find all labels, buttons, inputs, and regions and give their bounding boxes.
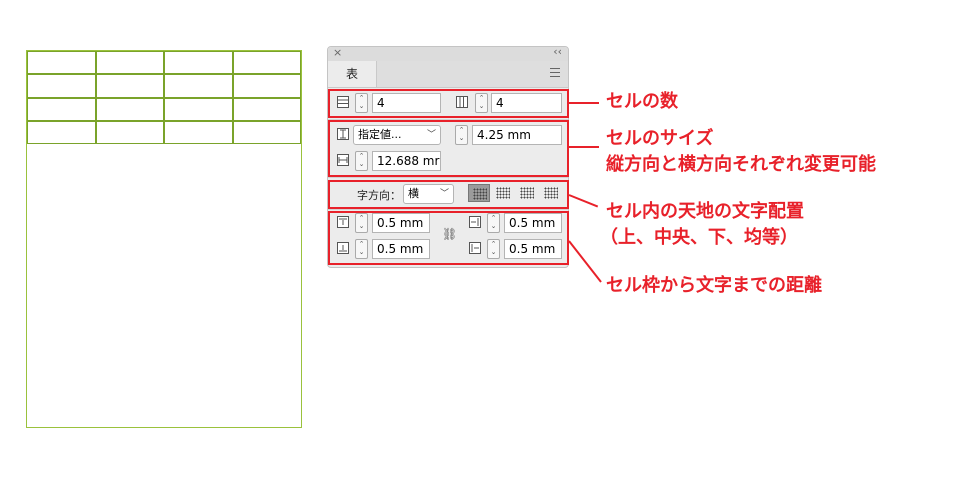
table-cell[interactable] — [27, 74, 96, 98]
highlight-alignment — [328, 180, 569, 209]
table-cell[interactable] — [232, 51, 301, 75]
highlight-cell-size — [328, 120, 569, 177]
divider — [328, 177, 568, 178]
table-cell[interactable] — [27, 51, 96, 75]
table-cell[interactable] — [95, 97, 164, 121]
table-cell[interactable] — [95, 120, 164, 144]
callout-alignment-title: セル内の天地の文字配置 — [606, 201, 804, 222]
highlight-inset — [328, 211, 569, 265]
table-cell[interactable] — [232, 97, 301, 121]
callout-line — [569, 146, 599, 148]
callout-cell-size-title: セルのサイズ — [606, 128, 714, 149]
callout-cell-size-note: 縦方向と横方向それぞれ変更可能 — [606, 154, 876, 175]
table-cell[interactable] — [164, 120, 233, 144]
tab-table[interactable]: 表 — [328, 61, 377, 87]
table-cell[interactable] — [95, 74, 164, 98]
highlight-cell-count — [328, 89, 569, 118]
panel-menu-icon[interactable] — [550, 68, 560, 78]
table-cell[interactable] — [27, 97, 96, 121]
collapse-icon[interactable]: ‹‹ — [553, 45, 562, 58]
callout-alignment-note: （上、中央、下、均等） — [600, 227, 798, 248]
panel-titlebar[interactable]: × ‹‹ — [328, 45, 568, 62]
callout-line — [568, 194, 599, 208]
callout-line — [569, 102, 599, 104]
divider — [328, 209, 568, 210]
table-cell[interactable] — [232, 120, 301, 144]
table-cell[interactable] — [95, 51, 164, 75]
table-cell[interactable] — [164, 97, 233, 121]
panel-tabbar: 表 — [328, 61, 568, 88]
table-cell[interactable] — [164, 74, 233, 98]
close-icon[interactable]: × — [333, 46, 342, 59]
document-text-frame[interactable] — [26, 50, 302, 428]
callout-line — [568, 240, 602, 283]
table-cell[interactable] — [27, 120, 96, 144]
callout-inset: セル枠から文字までの距離 — [606, 275, 822, 296]
table-cell[interactable] — [232, 74, 301, 98]
callout-cell-count: セルの数 — [606, 91, 678, 112]
document-table[interactable] — [27, 51, 301, 144]
table-cell[interactable] — [164, 51, 233, 75]
